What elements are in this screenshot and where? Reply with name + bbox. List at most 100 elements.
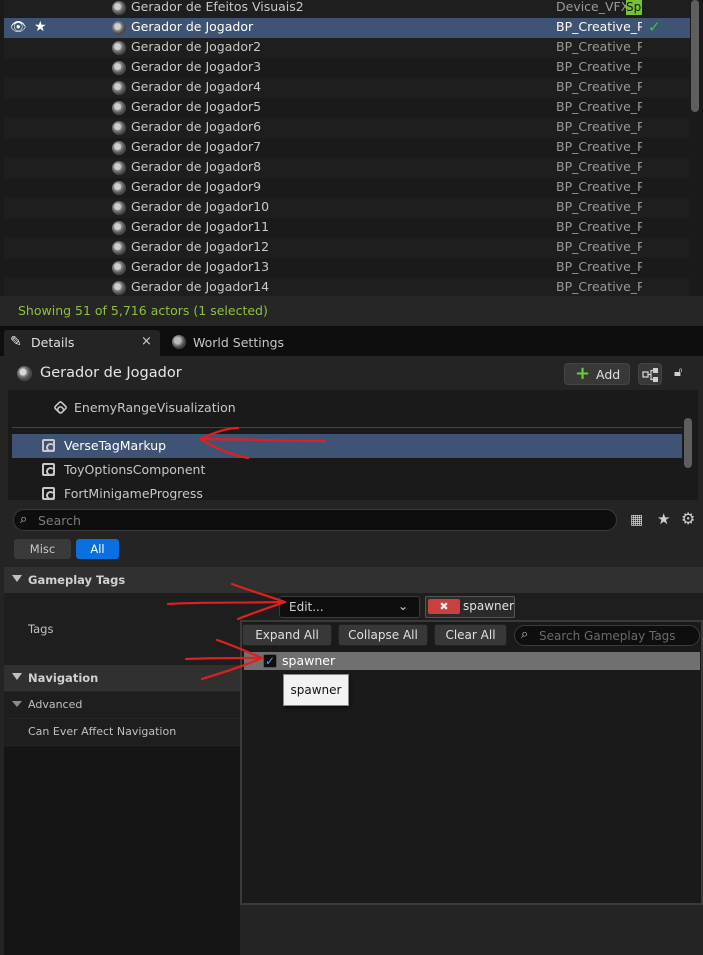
favorites-star-icon[interactable]: ★ xyxy=(657,510,670,528)
remove-tag-icon[interactable]: ✖ xyxy=(428,599,460,614)
tab-details[interactable]: ✎ Details × xyxy=(4,330,160,356)
expand-all-button[interactable]: Expand All xyxy=(242,624,332,646)
pencil-icon: ✎ xyxy=(10,334,22,350)
type-search-highlight: Sp xyxy=(626,0,642,15)
globe-icon xyxy=(172,335,186,349)
filter-all-button[interactable]: All xyxy=(76,539,119,559)
outliner-row-type: BP_Creative_Pl xyxy=(556,239,642,254)
outliner-row-type: BP_Creative_Pl xyxy=(556,219,642,234)
outliner-row[interactable]: Gerador de Jogador5 BP_Creative_Pl xyxy=(4,98,690,118)
outliner-status-bar: Showing 51 of 5,716 actors (1 selected) xyxy=(0,296,703,326)
actor-sphere-icon xyxy=(112,1,126,15)
tab-world-settings[interactable]: World Settings xyxy=(166,330,296,356)
tag-chip: ✖ spawner xyxy=(425,596,515,618)
collapse-all-button[interactable]: Collapse All xyxy=(338,624,428,646)
outliner-row-type: BP_Creative_Pl xyxy=(556,99,642,114)
outliner-row[interactable]: 👁︎ ★ Gerador de Jogador BP_Creative_Pl ✓ xyxy=(4,18,690,38)
outliner-row-label: Gerador de Jogador7 xyxy=(131,139,262,154)
actor-sphere-icon xyxy=(112,221,126,235)
actor-sphere-icon xyxy=(112,41,126,55)
outliner-row[interactable]: Gerador de Jogador2 BP_Creative_Pl xyxy=(4,38,690,58)
outliner-row[interactable]: Gerador de Jogador10 BP_Creative_Pl xyxy=(4,198,690,218)
plus-icon: + xyxy=(575,363,591,384)
clear-all-button[interactable]: Clear All xyxy=(434,624,507,646)
tags-property-row: Tags xyxy=(4,593,240,665)
can-affect-navigation-row: Can Ever Affect Navigation xyxy=(4,719,240,745)
search-icon: ⌕ xyxy=(521,627,529,642)
actor-sphere-icon xyxy=(112,141,126,155)
outliner-row-label: Gerador de Jogador6 xyxy=(131,119,262,134)
table-view-icon[interactable]: ▦ xyxy=(630,512,643,528)
outliner-row-label: Gerador de Jogador4 xyxy=(131,79,262,94)
pinned-star-icon[interactable]: ★ xyxy=(34,19,47,35)
actor-sphere-icon xyxy=(112,181,126,195)
checkmark-icon: ✓ xyxy=(648,18,661,36)
outliner-row[interactable]: Gerador de Jogador8 BP_Creative_Pl xyxy=(4,158,690,178)
outliner-scrollbar[interactable] xyxy=(691,0,699,112)
component-row[interactable]: ToyOptionsComponent xyxy=(12,458,682,482)
outliner-row-type: BP_Creative_Pl xyxy=(556,39,642,54)
section-navigation-label: Navigation xyxy=(28,671,99,685)
actor-sphere-icon xyxy=(112,21,126,35)
outliner-row[interactable]: Gerador de Jogador9 BP_Creative_Pl xyxy=(4,178,690,198)
tag-tree-item[interactable]: ✓ spawner xyxy=(244,652,700,670)
gear-icon[interactable]: ⚙ xyxy=(681,509,695,528)
edit-tags-dropdown[interactable]: Edit... ⌄ xyxy=(279,596,420,618)
outliner-row[interactable]: Gerador de Jogador11 BP_Creative_Pl xyxy=(4,218,690,238)
tag-chip-label: spawner xyxy=(463,599,514,613)
cube-icon xyxy=(53,400,68,415)
outliner-row-type: BP_Creative_Pl xyxy=(556,59,642,74)
component-row[interactable]: FortMinigameProgress xyxy=(12,482,682,500)
advanced-label: Advanced xyxy=(28,698,83,711)
outliner-row-label: Gerador de Jogador11 xyxy=(131,219,270,234)
components-scrollbar[interactable] xyxy=(684,418,692,468)
actor-sphere-icon xyxy=(112,61,126,75)
outliner-row-label: Gerador de Jogador5 xyxy=(131,99,262,114)
details-search[interactable]: ⌕ xyxy=(13,509,617,531)
outliner-row[interactable]: Gerador de Efeitos Visuais2 Device_VFX Sp xyxy=(4,0,690,18)
tag-checkbox[interactable]: ✓ xyxy=(263,654,277,668)
outliner-row-type: BP_Creative_Pl xyxy=(556,19,642,34)
component-row[interactable]: EnemyRangeVisualization xyxy=(12,396,682,420)
details-search-input[interactable] xyxy=(38,511,598,529)
actor-sphere-icon xyxy=(112,241,126,255)
search-icon: ⌕ xyxy=(20,512,28,527)
advanced-group[interactable]: Advanced xyxy=(4,692,240,718)
filter-misc-button[interactable]: Misc xyxy=(14,539,71,559)
outliner-row[interactable]: Gerador de Jogador4 BP_Creative_Pl xyxy=(4,78,690,98)
outliner-row-label: Gerador de Jogador14 xyxy=(131,279,270,294)
section-gameplay-tags-label: Gameplay Tags xyxy=(28,573,126,587)
outliner-row-type: BP_Creative_Pl xyxy=(556,139,642,154)
outliner-row[interactable]: Gerador de Jogador6 BP_Creative_Pl xyxy=(4,118,690,138)
lock-icon[interactable]: 🔓︎ xyxy=(674,365,682,380)
component-row-label: ToyOptionsComponent xyxy=(64,462,206,477)
section-gameplay-tags[interactable]: Gameplay Tags xyxy=(4,567,703,593)
outliner-row[interactable]: Gerador de Jogador14 BP_Creative_Pl xyxy=(4,278,690,296)
component-row[interactable]: VerseTagMarkup xyxy=(12,434,682,458)
gameplay-tag-search[interactable]: ⌕ xyxy=(514,625,700,646)
components-list: EnemyRangeVisualization VerseTagMarkup Toy… xyxy=(8,390,698,500)
outliner-row[interactable]: Gerador de Jogador12 BP_Creative_Pl xyxy=(4,238,690,258)
actor-sphere-icon xyxy=(112,161,126,175)
outliner-row-type: BP_Creative_Pl xyxy=(556,259,642,274)
outliner-row[interactable]: Gerador de Jogador13 BP_Creative_Pl xyxy=(4,258,690,278)
outliner-row[interactable]: Gerador de Jogador3 BP_Creative_Pl xyxy=(4,58,690,78)
expand-arrow-icon xyxy=(12,575,22,582)
tab-bar: ✎ Details × World Settings xyxy=(0,326,703,356)
outliner-row-type: BP_Creative_Pl xyxy=(556,119,642,134)
gameplay-tag-search-input[interactable] xyxy=(539,627,694,644)
component-icon xyxy=(42,487,55,500)
outliner-row-label: Gerador de Jogador xyxy=(131,19,254,34)
add-component-button[interactable]: + Add xyxy=(564,363,630,385)
component-icon xyxy=(42,439,55,452)
outliner-row-label: Gerador de Jogador8 xyxy=(131,159,262,174)
component-row-label: VerseTagMarkup xyxy=(64,438,167,453)
visibility-eye-icon[interactable]: 👁︎ xyxy=(10,21,27,35)
section-navigation[interactable]: Navigation xyxy=(4,665,240,691)
outliner-row[interactable]: Gerador de Jogador7 BP_Creative_Pl xyxy=(4,138,690,158)
actor-sphere-icon xyxy=(112,121,126,135)
chevron-down-icon: ⌄ xyxy=(398,599,409,613)
blueprint-button[interactable] xyxy=(638,363,662,385)
close-icon[interactable]: × xyxy=(141,334,152,349)
outliner-row-type: BP_Creative_Pl xyxy=(556,159,642,174)
